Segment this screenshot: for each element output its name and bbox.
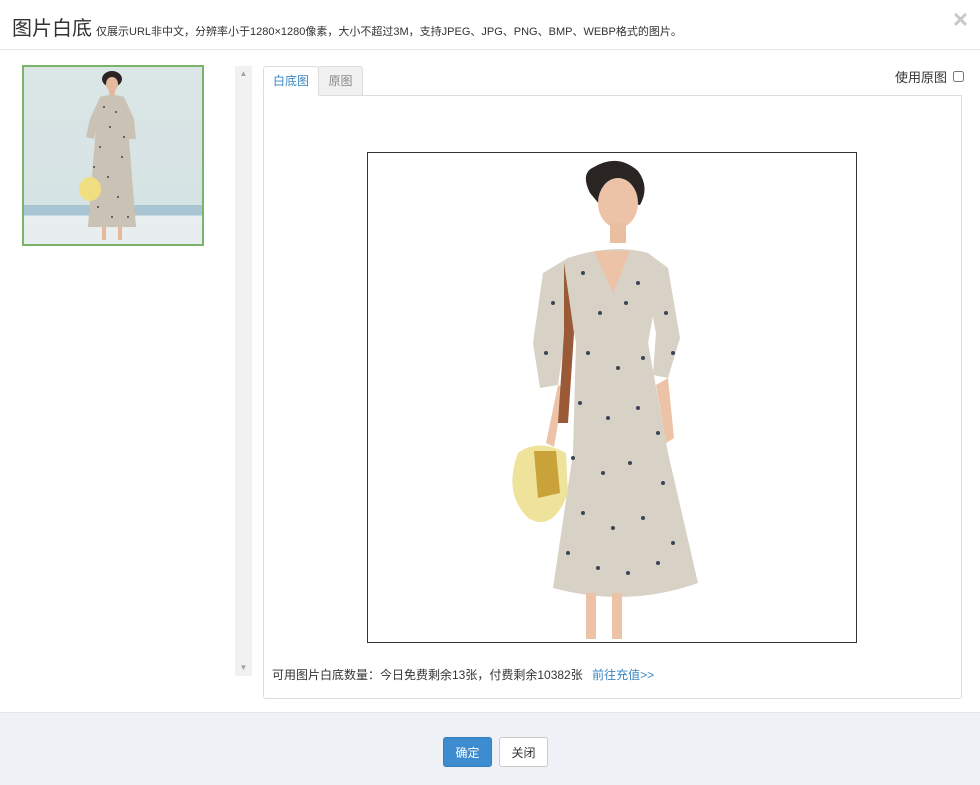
close-button[interactable]: 关闭 bbox=[499, 737, 548, 767]
white-background-preview bbox=[367, 152, 857, 643]
recharge-link[interactable]: 前往充值>> bbox=[592, 668, 654, 682]
use-original-checkbox[interactable] bbox=[953, 71, 964, 82]
modal-title: 图片白底 仅展示URL非中文，分辨率小于1280×1280像素，大小不超过3M，… bbox=[12, 12, 682, 41]
modal-header: 图片白底 仅展示URL非中文，分辨率小于1280×1280像素，大小不超过3M，… bbox=[0, 0, 980, 50]
format-hint: 仅展示URL非中文，分辨率小于1280×1280像素，大小不超过3M，支持JPE… bbox=[96, 26, 682, 38]
scroll-down-icon[interactable]: ▼ bbox=[235, 660, 252, 676]
woman-dress-preview-icon bbox=[512, 160, 698, 639]
thumbnail-scrollbar[interactable]: ▲ ▼ bbox=[235, 66, 252, 676]
page-title: 图片白底 bbox=[12, 18, 92, 40]
quota-text: 可用图片白底数量：今日免费剩余13张，付费剩余10382张 bbox=[272, 668, 583, 682]
confirm-button[interactable]: 确定 bbox=[443, 737, 492, 767]
thumbnail-image[interactable] bbox=[22, 65, 204, 246]
scroll-up-icon[interactable]: ▲ bbox=[235, 66, 252, 82]
close-icon[interactable]: × bbox=[953, 6, 968, 32]
tab-original[interactable]: 原图 bbox=[318, 66, 363, 96]
tab-white-background[interactable]: 白底图 bbox=[263, 66, 319, 96]
modal-footer: 确定 关闭 bbox=[0, 712, 980, 785]
use-original-toggle[interactable]: 使用原图 bbox=[895, 67, 964, 86]
use-original-label: 使用原图 bbox=[894, 70, 947, 85]
quota-info: 可用图片白底数量：今日免费剩余13张，付费剩余10382张 前往充值>> bbox=[272, 666, 654, 683]
woman-dress-thumbnail-icon bbox=[24, 71, 202, 244]
